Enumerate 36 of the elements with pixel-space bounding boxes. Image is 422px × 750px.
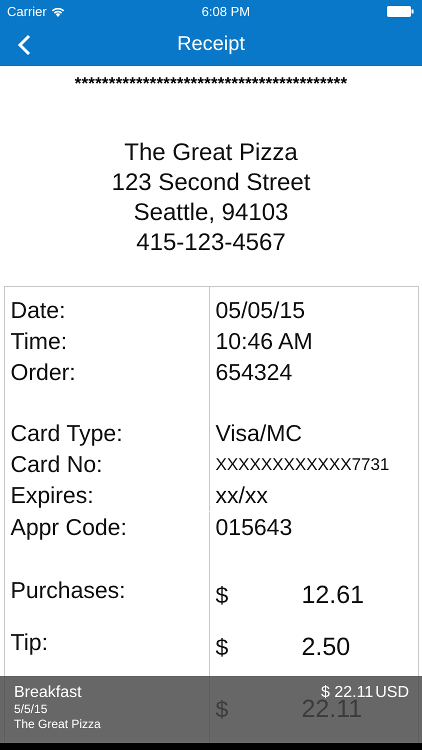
separator-text: **************************************** [74,74,348,94]
expense-date: 5/5/15 [14,702,48,717]
wifi-icon [50,6,65,16]
address-line: The Great Pizza [124,138,298,168]
amount-label: Tip: [10,628,48,657]
battery-icon [387,6,414,16]
currency-symbol: $ [216,582,230,609]
address-line: 415-123-4567 [136,228,286,258]
field-value: xx/xx [216,481,268,510]
address-line: 123 Second Street [112,168,310,198]
field-label: Card No: [10,450,103,480]
field-label: Appr Code: [10,512,127,542]
carrier-label: Carrier [7,4,47,18]
currency-symbol: $ [216,696,230,723]
merchant-name: The Great Pizza [14,717,101,732]
field-label: Expires: [10,481,94,510]
back-icon [18,34,31,56]
address-line: Seattle, 94103 [134,198,288,228]
field-label: Card Type: [10,419,123,448]
field-value: 654324 [216,358,292,388]
clock-label: 6:08 PM [202,4,250,18]
currency-symbol: $ [216,634,230,661]
field-value: 10:46 AM [216,327,313,356]
field-value: 015643 [216,512,292,542]
field-label: Date: [10,296,66,325]
expense-title: Breakfast [14,684,82,702]
screen-title: Receipt [177,32,245,56]
field-value: XXXXXXXXXXXX7731 [216,454,390,476]
field-label: Order: [10,358,76,388]
field-value: Visa/MC [216,419,302,448]
currency-code: USD [375,684,409,702]
field-value: 05/05/15 [216,296,306,325]
amount-value: 2.50 [302,632,350,662]
amount-value: 12.61 [302,580,364,610]
field-label: Time: [10,327,68,356]
amount-label: Purchases: [10,576,126,605]
